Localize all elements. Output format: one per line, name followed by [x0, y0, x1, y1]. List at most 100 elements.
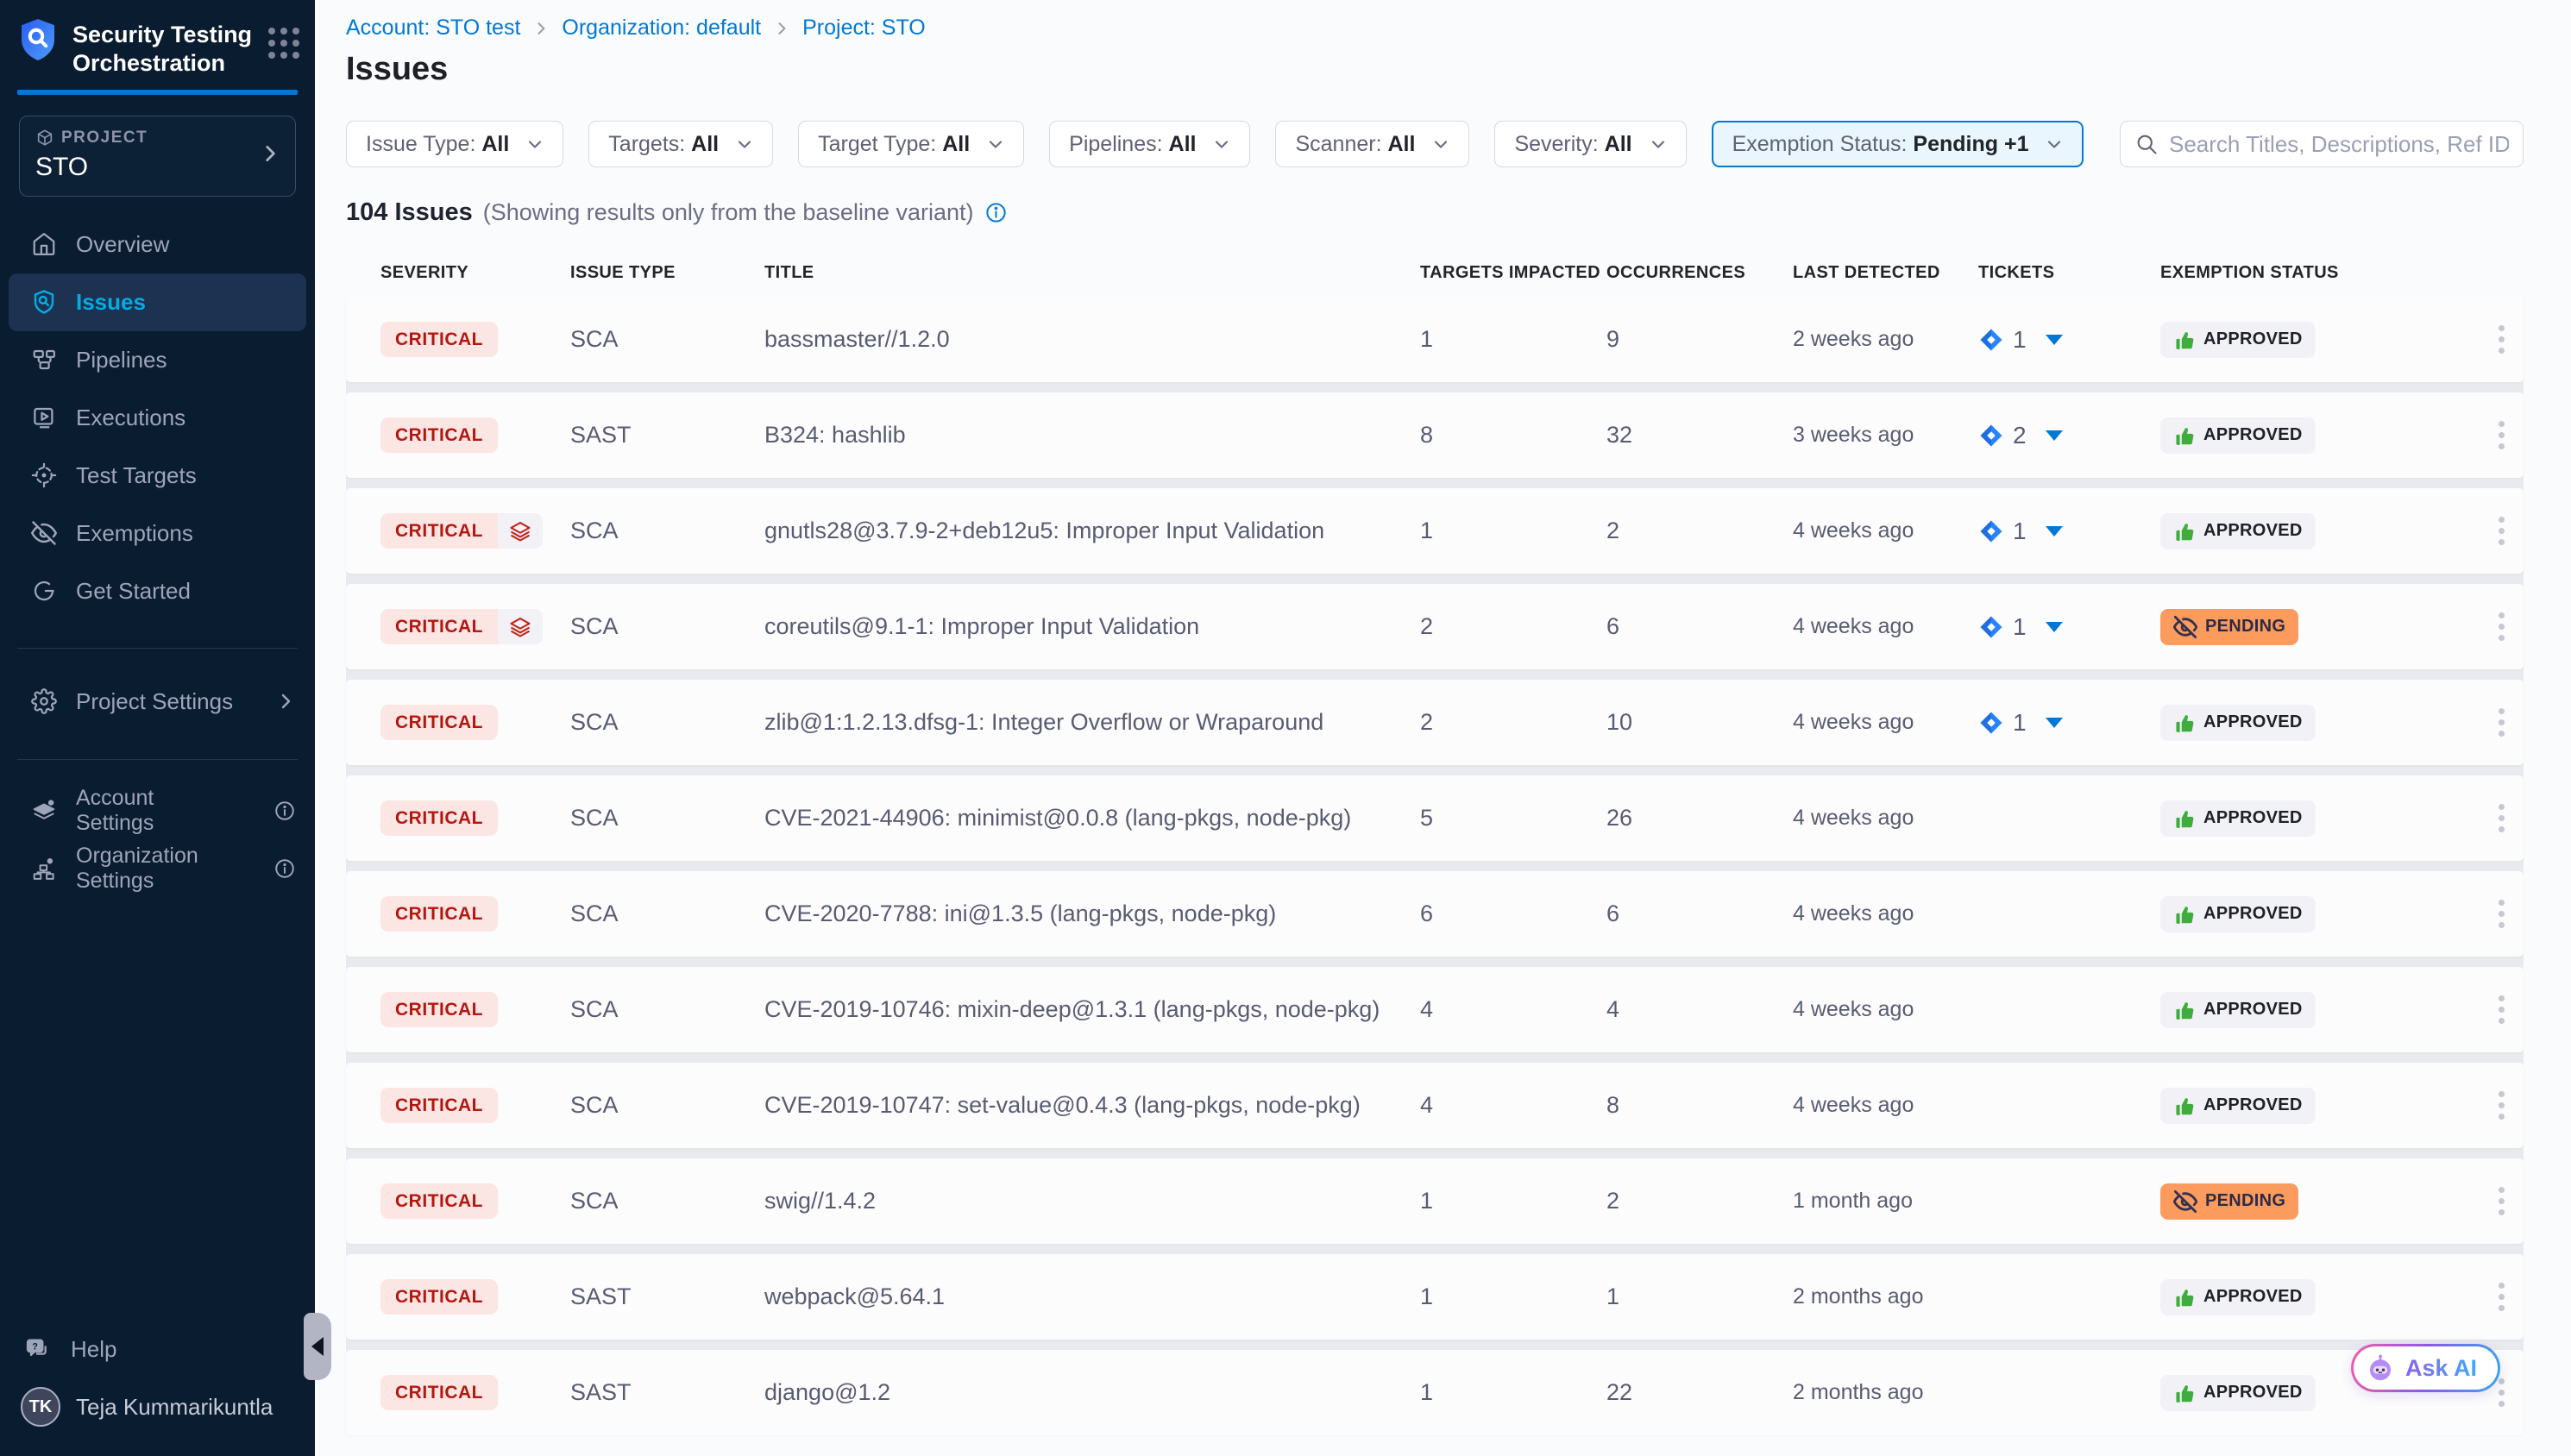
- issue-title[interactable]: zlib@1:1.2.13.dfsg-1: Integer Overflow o…: [764, 709, 1420, 736]
- filter-scanner[interactable]: Scanner: All: [1275, 121, 1469, 167]
- sidebar-item-organization-settings[interactable]: Organization Settings: [0, 840, 315, 898]
- sidebar-collapse-handle[interactable]: [304, 1313, 331, 1380]
- row-menu-icon[interactable]: [2493, 416, 2510, 455]
- issue-title[interactable]: CVE-2021-44906: minimist@0.0.8 (lang-pkg…: [764, 805, 1420, 832]
- breadcrumb-org-link[interactable]: Organization: default: [562, 16, 761, 41]
- sidebar-item-pipelines[interactable]: Pipelines: [0, 331, 315, 389]
- sto-shield-logo-icon: [17, 17, 59, 62]
- severity-label: CRITICAL: [380, 1375, 498, 1410]
- table-row[interactable]: CRITICAL SCA CVE-2020-7788: ini@1.3.5 (l…: [346, 871, 2524, 957]
- caret-down-icon[interactable]: [2046, 718, 2063, 728]
- caret-down-icon[interactable]: [2046, 526, 2063, 537]
- row-menu-icon[interactable]: [2493, 1277, 2510, 1316]
- exemption-status-badge: PENDING: [2160, 609, 2298, 645]
- breadcrumb-account-link[interactable]: Account: STO test: [346, 16, 520, 41]
- table-row[interactable]: CRITICAL SAST webpack@5.64.1 1 1 2 month…: [346, 1254, 2524, 1340]
- targets-impacted: 1: [1420, 1188, 1606, 1214]
- table-row[interactable]: CRITICAL SAST B324: hashlib 8 32 3 weeks…: [346, 392, 2524, 478]
- row-menu-icon[interactable]: [2493, 1086, 2510, 1125]
- filter-pipelines[interactable]: Pipelines: All: [1049, 121, 1250, 167]
- info-icon[interactable]: [273, 857, 296, 880]
- table-row[interactable]: CRITICAL SAST django@1.2 1 22 2 months a…: [346, 1350, 2524, 1435]
- ticket-group[interactable]: 1: [1978, 709, 2160, 737]
- table-row[interactable]: CRITICAL SCA gnutls28@3.7.9-2+deb12u5: I…: [346, 488, 2524, 574]
- row-menu-icon[interactable]: [2493, 990, 2510, 1029]
- ticket-group[interactable]: 1: [1978, 613, 2160, 641]
- issue-type: SCA: [570, 805, 764, 832]
- caret-down-icon[interactable]: [2046, 430, 2063, 441]
- issue-title[interactable]: swig//1.4.2: [764, 1188, 1420, 1214]
- ticket-count: 1: [2013, 518, 2027, 545]
- filter-row: Issue Type: All Targets: All Target Type: …: [346, 121, 2524, 167]
- issues-table: CRITICAL SCA bassmaster//1.2.0 1 9 2 wee…: [346, 297, 2524, 1435]
- severity-label: CRITICAL: [380, 1279, 498, 1315]
- breadcrumb-project-link[interactable]: Project: STO: [802, 16, 926, 41]
- ask-ai-button[interactable]: Ask AI: [2351, 1344, 2500, 1392]
- filter-issue-type[interactable]: Issue Type: All: [346, 121, 563, 167]
- issues-count: 104 Issues: [346, 198, 473, 227]
- issue-title[interactable]: bassmaster//1.2.0: [764, 326, 1420, 353]
- filter-severity[interactable]: Severity: All: [1494, 121, 1686, 167]
- table-row[interactable]: CRITICAL SCA CVE-2021-44906: minimist@0.…: [346, 775, 2524, 861]
- get-started-icon: [31, 578, 57, 604]
- table-row[interactable]: CRITICAL SCA bassmaster//1.2.0 1 9 2 wee…: [346, 297, 2524, 382]
- info-icon[interactable]: [984, 201, 1008, 224]
- table-row[interactable]: CRITICAL SCA CVE-2019-10747: set-value@0…: [346, 1063, 2524, 1148]
- occurrences: 6: [1606, 613, 1793, 640]
- filter-exemption-status[interactable]: Exemption Status: Pending +1: [1712, 121, 2084, 167]
- issue-title[interactable]: CVE-2019-10746: mixin-deep@1.3.1 (lang-p…: [764, 996, 1420, 1023]
- sidebar-item-project-settings[interactable]: Project Settings: [0, 673, 315, 731]
- targets-impacted: 4: [1420, 996, 1606, 1023]
- jira-icon: [1978, 518, 2004, 544]
- row-menu-icon[interactable]: [2493, 799, 2510, 838]
- table-row[interactable]: CRITICAL SCA zlib@1:1.2.13.dfsg-1: Integ…: [346, 680, 2524, 765]
- issue-title[interactable]: coreutils@9.1-1: Improper Input Validati…: [764, 613, 1420, 640]
- targets-impacted: 6: [1420, 901, 1606, 927]
- user-menu[interactable]: TK Teja Kummarikuntla: [0, 1378, 315, 1435]
- issue-type: SAST: [570, 1283, 764, 1310]
- exemption-status-label: APPROVED: [2203, 808, 2303, 828]
- caret-down-icon[interactable]: [2046, 622, 2063, 632]
- exemption-status-label: APPROVED: [2203, 1000, 2303, 1020]
- ticket-group[interactable]: 1: [1978, 326, 2160, 354]
- sidebar-item-issues[interactable]: Issues: [9, 273, 306, 331]
- issue-title[interactable]: CVE-2019-10747: set-value@0.4.3 (lang-pk…: [764, 1092, 1420, 1119]
- row-menu-icon[interactable]: [2493, 607, 2510, 646]
- caret-down-icon[interactable]: [2046, 335, 2063, 345]
- search-input[interactable]: [2169, 131, 2509, 158]
- sidebar-item-account-settings[interactable]: Account Settings: [0, 782, 315, 840]
- gear-icon: [31, 688, 57, 714]
- issue-title[interactable]: django@1.2: [764, 1379, 1420, 1406]
- ticket-group[interactable]: 1: [1978, 518, 2160, 545]
- sidebar-item-executions[interactable]: Executions: [0, 389, 315, 447]
- issue-title[interactable]: CVE-2020-7788: ini@1.3.5 (lang-pkgs, nod…: [764, 901, 1420, 927]
- project-selector[interactable]: PROJECT STO: [19, 116, 296, 197]
- sidebar-item-exemptions[interactable]: Exemptions: [0, 505, 315, 562]
- module-grid-icon[interactable]: [268, 17, 299, 59]
- sidebar-item-test-targets[interactable]: Test Targets: [0, 447, 315, 505]
- ai-robot-icon: [2364, 1352, 2397, 1384]
- issue-title[interactable]: B324: hashlib: [764, 422, 1420, 449]
- table-row[interactable]: CRITICAL SCA coreutils@9.1-1: Improper I…: [346, 584, 2524, 669]
- table-row[interactable]: CRITICAL SCA swig//1.4.2 1 2 1 month ago…: [346, 1158, 2524, 1244]
- filter-target-type[interactable]: Target Type: All: [798, 121, 1024, 167]
- search-box[interactable]: [2120, 121, 2524, 167]
- issues-shield-icon: [31, 289, 57, 315]
- help-button[interactable]: ? Help: [0, 1321, 315, 1378]
- row-menu-icon[interactable]: [2493, 511, 2510, 550]
- row-menu-icon[interactable]: [2493, 703, 2510, 742]
- issue-title[interactable]: webpack@5.64.1: [764, 1283, 1420, 1310]
- sidebar-item-get-started[interactable]: Get Started: [0, 562, 315, 620]
- table-row[interactable]: CRITICAL SCA CVE-2019-10746: mixin-deep@…: [346, 967, 2524, 1052]
- row-menu-icon[interactable]: [2493, 1182, 2510, 1221]
- target-icon: [31, 462, 57, 488]
- row-menu-icon[interactable]: [2493, 320, 2510, 359]
- filter-targets[interactable]: Targets: All: [588, 121, 773, 167]
- sidebar-item-overview[interactable]: Overview: [0, 216, 315, 273]
- issue-title[interactable]: gnutls28@3.7.9-2+deb12u5: Improper Input…: [764, 518, 1420, 544]
- info-icon[interactable]: [273, 800, 296, 822]
- row-menu-icon[interactable]: [2493, 894, 2510, 933]
- ticket-group[interactable]: 2: [1978, 422, 2160, 449]
- exemption-status-label: APPROVED: [2203, 1095, 2303, 1115]
- main-content: Account: STO test Organization: default …: [315, 0, 2571, 1456]
